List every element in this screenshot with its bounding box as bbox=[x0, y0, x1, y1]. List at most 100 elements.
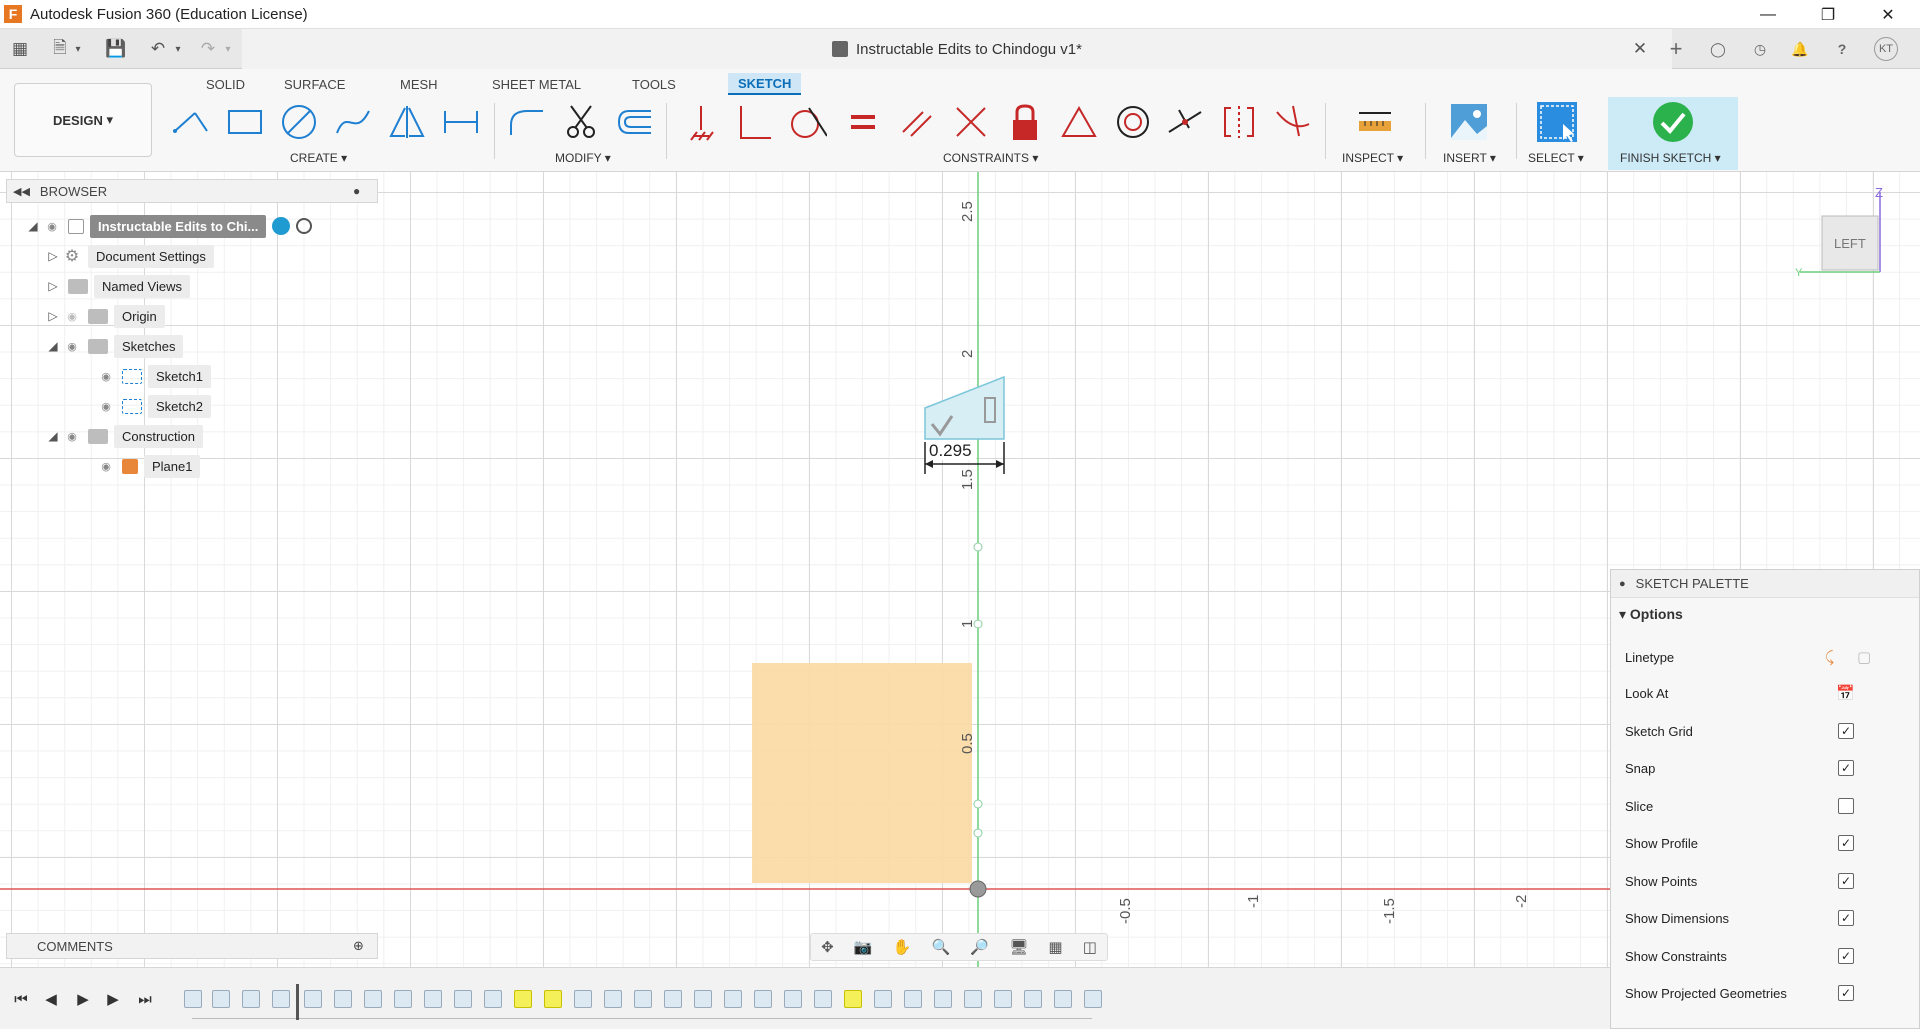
timeline-feature[interactable] bbox=[184, 990, 202, 1008]
snap-checkbox[interactable]: ✓ bbox=[1838, 760, 1854, 776]
viewports-icon[interactable]: ◫ bbox=[1083, 938, 1097, 956]
expanded-triangle-icon[interactable]: ◢ bbox=[44, 337, 62, 355]
workspace-switcher-button[interactable]: DESIGN ▾ bbox=[14, 83, 152, 157]
collapsed-triangle-icon[interactable]: ▷ bbox=[44, 247, 62, 265]
timeline-feature[interactable] bbox=[272, 990, 290, 1008]
sketch-point[interactable] bbox=[973, 828, 983, 838]
tree-item-root[interactable]: ◢ ◉ Instructable Edits to Chi... bbox=[24, 214, 313, 238]
tree-item-sketch2[interactable]: ◉ Sketch2 bbox=[96, 394, 211, 418]
tab-solid[interactable]: SOLID bbox=[196, 73, 255, 95]
visibility-eye-icon[interactable]: ◉ bbox=[96, 397, 116, 415]
document-tab[interactable]: Instructable Edits to Chindogu v1* bbox=[242, 29, 1672, 69]
job-status-icon[interactable]: ◷ bbox=[1748, 37, 1772, 61]
help-icon[interactable]: ? bbox=[1830, 37, 1854, 61]
undo-dropdown-icon[interactable]: ▾ bbox=[166, 37, 190, 61]
timeline-feature[interactable] bbox=[364, 990, 382, 1008]
collinear-constraint-icon[interactable] bbox=[1162, 99, 1208, 145]
coincident-constraint-icon[interactable] bbox=[732, 99, 778, 145]
centerline-linetype-icon[interactable]: ▢ bbox=[1857, 648, 1871, 666]
timeline-feature[interactable] bbox=[304, 990, 322, 1008]
look-at-icon[interactable]: 📅 bbox=[1836, 684, 1855, 702]
timeline-feature[interactable] bbox=[424, 990, 442, 1008]
sketch-profile-rectangle[interactable] bbox=[752, 663, 972, 883]
origin-point[interactable] bbox=[969, 880, 987, 898]
rectangle-tool-icon[interactable] bbox=[222, 99, 268, 145]
step-forward-icon[interactable]: ▶ bbox=[102, 988, 124, 1010]
spline-tool-icon[interactable] bbox=[330, 99, 376, 145]
tree-item-document-settings[interactable]: ▷ ⚙ Document Settings bbox=[44, 244, 214, 268]
perpendicular-constraint-icon[interactable] bbox=[948, 99, 994, 145]
orbit-icon[interactable]: ✥ bbox=[821, 938, 834, 956]
display-settings-icon[interactable]: 🖥 bbox=[1009, 938, 1028, 956]
timeline-feature-highlighted[interactable] bbox=[844, 990, 862, 1008]
hidden-eye-icon[interactable]: ◉ bbox=[62, 307, 82, 325]
zoom-icon[interactable]: 🔍 bbox=[932, 938, 951, 956]
timeline-feature[interactable] bbox=[1084, 990, 1102, 1008]
measure-tool-icon[interactable] bbox=[1352, 99, 1398, 145]
timeline-feature[interactable] bbox=[664, 990, 682, 1008]
constraints-group-menu[interactable]: CONSTRAINTS ▾ bbox=[943, 151, 1038, 165]
visibility-eye-icon[interactable]: ◉ bbox=[42, 217, 62, 235]
finish-sketch-menu[interactable]: FINISH SKETCH ▾ bbox=[1620, 151, 1721, 165]
mirror-tool-icon[interactable] bbox=[384, 99, 430, 145]
collapse-browser-icon[interactable]: ◀◀ bbox=[13, 185, 30, 198]
timeline-feature[interactable] bbox=[574, 990, 592, 1008]
tree-item-origin[interactable]: ▷ ◉ Origin bbox=[44, 304, 165, 328]
pan-hand-icon[interactable]: ✋ bbox=[893, 938, 912, 956]
show-projected-geometries-checkbox[interactable]: ✓ bbox=[1838, 985, 1854, 1001]
file-dropdown-icon[interactable]: ▾ bbox=[66, 37, 90, 61]
timeline-feature[interactable] bbox=[904, 990, 922, 1008]
fix-unfix-lock-icon[interactable] bbox=[1002, 99, 1048, 145]
timeline-feature[interactable] bbox=[242, 990, 260, 1008]
parallel-constraint-icon[interactable] bbox=[894, 99, 940, 145]
timeline-feature[interactable] bbox=[394, 990, 412, 1008]
show-points-checkbox[interactable]: ✓ bbox=[1838, 873, 1854, 889]
visibility-eye-icon[interactable]: ◉ bbox=[96, 457, 116, 475]
slice-checkbox[interactable] bbox=[1838, 798, 1854, 814]
timeline-feature-highlighted[interactable] bbox=[514, 990, 532, 1008]
fillet-tool-icon[interactable] bbox=[504, 99, 550, 145]
tree-item-named-views[interactable]: ▷ Named Views bbox=[44, 274, 190, 298]
collapsed-triangle-icon[interactable]: ▷ bbox=[44, 307, 62, 325]
tree-item-construction[interactable]: ◢ ◉ Construction bbox=[44, 424, 203, 448]
go-to-end-icon[interactable]: ⏭ bbox=[134, 988, 156, 1010]
restore-button[interactable]: ❐ bbox=[1800, 0, 1856, 29]
options-section-toggle[interactable]: ▾ Options bbox=[1619, 606, 1683, 623]
sketch-point[interactable] bbox=[973, 542, 983, 552]
timeline-feature[interactable] bbox=[1054, 990, 1072, 1008]
timeline-feature[interactable] bbox=[634, 990, 652, 1008]
tab-sheet-metal[interactable]: SHEET METAL bbox=[482, 73, 591, 95]
select-group-menu[interactable]: SELECT ▾ bbox=[1528, 151, 1584, 165]
create-group-menu[interactable]: CREATE ▾ bbox=[290, 151, 347, 165]
offset-tool-icon[interactable] bbox=[612, 99, 658, 145]
grid-settings-icon[interactable]: ▦ bbox=[1048, 938, 1062, 956]
sketch-point[interactable] bbox=[973, 799, 983, 809]
window-select-icon[interactable] bbox=[1534, 99, 1580, 145]
step-back-icon[interactable]: ◀ bbox=[40, 988, 62, 1010]
timeline-feature[interactable] bbox=[694, 990, 712, 1008]
collapsed-triangle-icon[interactable]: ▷ bbox=[44, 277, 62, 295]
user-avatar[interactable]: KT bbox=[1874, 37, 1898, 61]
tab-sketch[interactable]: SKETCH bbox=[728, 73, 802, 95]
dimension-value[interactable]: 0.295 bbox=[929, 441, 972, 460]
circle-tool-icon[interactable] bbox=[276, 99, 322, 145]
tree-item-sketches[interactable]: ◢ ◉ Sketches bbox=[44, 334, 184, 358]
symmetry-constraint-icon[interactable] bbox=[1216, 99, 1262, 145]
timeline-feature-highlighted[interactable] bbox=[544, 990, 562, 1008]
go-to-start-icon[interactable]: ⏮ bbox=[10, 988, 32, 1010]
timeline-feature[interactable] bbox=[334, 990, 352, 1008]
timeline-feature[interactable] bbox=[454, 990, 472, 1008]
line-tool-icon[interactable] bbox=[168, 99, 214, 145]
timeline-feature[interactable] bbox=[724, 990, 742, 1008]
minimize-button[interactable]: — bbox=[1740, 0, 1796, 29]
insert-image-icon[interactable] bbox=[1446, 99, 1492, 145]
new-tab-icon[interactable]: + bbox=[1664, 36, 1688, 61]
save-icon[interactable]: 💾 bbox=[104, 37, 128, 61]
play-icon[interactable]: ▶ bbox=[72, 988, 94, 1010]
notifications-bell-icon[interactable]: 🔔 bbox=[1788, 37, 1812, 61]
add-comment-icon[interactable]: ⊕ bbox=[353, 938, 364, 954]
insert-group-menu[interactable]: INSERT ▾ bbox=[1443, 151, 1496, 165]
construction-linetype-icon[interactable]: ⤹ bbox=[1825, 649, 1834, 666]
timeline-marker[interactable] bbox=[296, 984, 299, 1020]
timeline-feature[interactable] bbox=[874, 990, 892, 1008]
